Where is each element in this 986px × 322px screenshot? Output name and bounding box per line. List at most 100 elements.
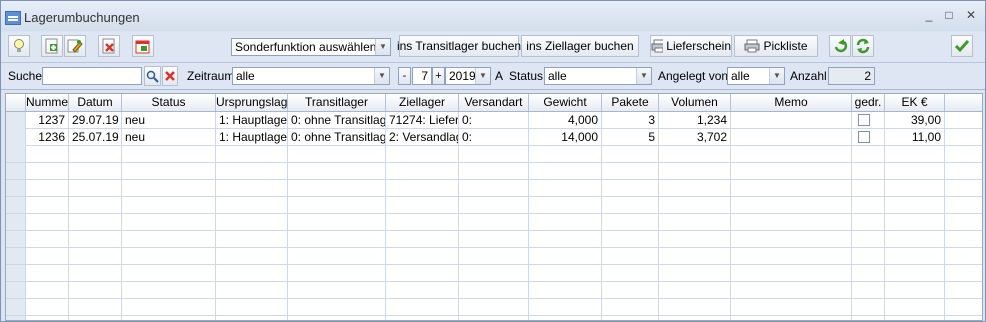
cell-gedruckt	[852, 112, 885, 129]
edit-button[interactable]	[64, 35, 86, 57]
cell-ziellager[interactable]: 2: Versandlager	[386, 129, 459, 146]
copy-icon	[135, 40, 150, 54]
transit-button[interactable]: ins Transitlager buchen	[397, 35, 521, 57]
cell-ursprungslager[interactable]: 1: Hauptlager	[216, 129, 288, 146]
window: Lagerumbuchungen _ □ ✕ Sonderfunktion au…	[0, 0, 986, 322]
special-function-select[interactable]: Sonderfunktion auswählen ... ▼	[231, 38, 391, 56]
row-selector[interactable]	[6, 129, 26, 146]
table-row[interactable]: 1236 25.07.19 neu 1: Hauptlager 0: ohne …	[6, 129, 982, 146]
chevron-down-icon: ▼	[375, 39, 390, 55]
chevron-down-icon: ▼	[374, 68, 389, 84]
column-header-gewicht[interactable]: Gewicht	[529, 94, 602, 111]
cell-versandart[interactable]: 0:	[459, 112, 529, 129]
cell-status[interactable]: neu	[122, 129, 216, 146]
table-row[interactable]: 1237 29.07.19 neu 1: Hauptlager 0: ohne …	[6, 112, 982, 129]
year-select[interactable]: 2019 ▼	[445, 67, 491, 85]
month-input[interactable]: 7	[412, 67, 432, 85]
a-toggle[interactable]: A	[495, 69, 503, 83]
filter-bar: Suche Zeitraum alle ▼ - 7 + 2019 ▼ A Sta…	[1, 63, 985, 90]
column-header-nummer[interactable]: Nummer	[26, 94, 69, 111]
cell-ek[interactable]: 11,00	[885, 129, 945, 146]
special-function-value: Sonderfunktion auswählen ...	[235, 40, 390, 54]
toolbar: Sonderfunktion auswählen ... ▼ ins Trans…	[1, 32, 985, 63]
column-header-gedruckt[interactable]: gedr.	[852, 94, 885, 111]
month-increment-button[interactable]: +	[432, 67, 445, 85]
column-header-ziellager[interactable]: Ziellager	[386, 94, 459, 111]
clear-icon	[165, 71, 175, 81]
chevron-down-icon: ▼	[636, 68, 651, 84]
delivery-note-button[interactable]: Lieferschein	[650, 35, 732, 57]
check-icon	[954, 40, 970, 53]
printer-icon	[744, 39, 760, 53]
data-grid: Nummer Datum Status Ursprungslager Trans…	[5, 93, 983, 321]
cell-memo[interactable]	[731, 112, 852, 129]
undo-button[interactable]	[829, 35, 851, 57]
cell-status[interactable]: neu	[122, 112, 216, 129]
cell-versandart[interactable]: 0:	[459, 129, 529, 146]
column-header-volumen[interactable]: Volumen	[659, 94, 731, 111]
column-header-pakete[interactable]: Pakete	[602, 94, 659, 111]
cell-volumen[interactable]: 1,234	[659, 112, 731, 129]
picklist-button[interactable]: Pickliste	[734, 35, 818, 57]
column-header-versandart[interactable]: Versandart	[459, 94, 529, 111]
close-button[interactable]: ✕	[963, 7, 979, 23]
printed-checkbox[interactable]	[858, 114, 870, 126]
created-by-select[interactable]: alle ▼	[727, 67, 785, 85]
cell-nummer[interactable]: 1237	[26, 112, 69, 129]
cell-nummer[interactable]: 1236	[26, 129, 69, 146]
cell-datum[interactable]: 29.07.19	[69, 112, 122, 129]
cell-volumen[interactable]: 3,702	[659, 129, 731, 146]
chevron-down-icon: ▼	[475, 68, 490, 84]
ok-button[interactable]	[951, 35, 973, 57]
cell-pakete[interactable]: 3	[602, 112, 659, 129]
cell-gewicht[interactable]: 14,000	[529, 129, 602, 146]
cell-memo[interactable]	[731, 129, 852, 146]
clear-search-button[interactable]	[162, 66, 178, 86]
grid-header: Nummer Datum Status Ursprungslager Trans…	[6, 94, 982, 112]
minimize-button[interactable]: _	[921, 7, 937, 23]
maximize-button[interactable]: □	[941, 7, 957, 23]
cell-transitlager[interactable]: 0: ohne Transitlager	[288, 129, 386, 146]
cell-ek[interactable]: 39,00	[885, 112, 945, 129]
search-icon	[146, 70, 159, 83]
column-header-status[interactable]: Status	[122, 94, 216, 111]
cell-gedruckt	[852, 129, 885, 146]
copy-button[interactable]	[132, 35, 154, 57]
row-selector[interactable]	[6, 112, 26, 129]
delete-icon	[102, 38, 115, 54]
edit-icon	[67, 39, 83, 53]
column-header-ek[interactable]: EK €	[885, 94, 945, 111]
printed-checkbox[interactable]	[858, 131, 870, 143]
refresh-icon	[856, 38, 870, 54]
cell-transitlager[interactable]: 0: ohne Transitlager	[288, 112, 386, 129]
undo-icon	[834, 39, 848, 53]
chevron-down-icon: ▼	[769, 68, 784, 84]
column-header-transitlager[interactable]: Transitlager	[288, 94, 386, 111]
cell-gewicht[interactable]: 4,000	[529, 112, 602, 129]
window-title: Lagerumbuchungen	[24, 10, 140, 25]
month-decrement-button[interactable]: -	[398, 67, 411, 85]
cell-datum[interactable]: 25.07.19	[69, 129, 122, 146]
lightbulb-icon	[14, 39, 24, 52]
cell-ziellager[interactable]: 71274: Lieferan	[386, 112, 459, 129]
cell-ursprungslager[interactable]: 1: Hauptlager	[216, 112, 288, 129]
column-header-ursprungslager[interactable]: Ursprungslager	[216, 94, 288, 111]
search-button[interactable]	[144, 66, 161, 86]
period-select[interactable]: alle ▼	[232, 67, 390, 85]
lightbulb-button[interactable]	[8, 35, 30, 57]
column-header-datum[interactable]: Datum	[69, 94, 122, 111]
delete-button[interactable]	[98, 35, 120, 57]
new-button[interactable]	[41, 35, 63, 57]
status-label: Status	[509, 69, 544, 83]
refresh-button[interactable]	[852, 35, 874, 57]
target-storage-button[interactable]: ins Ziellager buchen	[521, 35, 639, 57]
cell-pakete[interactable]: 5	[602, 129, 659, 146]
title-bar: Lagerumbuchungen _ □ ✕	[1, 1, 985, 31]
search-input[interactable]	[42, 67, 142, 85]
count-label: Anzahl	[790, 69, 827, 83]
empty-grid-rows	[6, 146, 982, 320]
add-icon	[45, 38, 58, 54]
status-select[interactable]: alle ▼	[544, 67, 652, 85]
printer-icon	[651, 39, 664, 53]
column-header-memo[interactable]: Memo	[731, 94, 852, 111]
